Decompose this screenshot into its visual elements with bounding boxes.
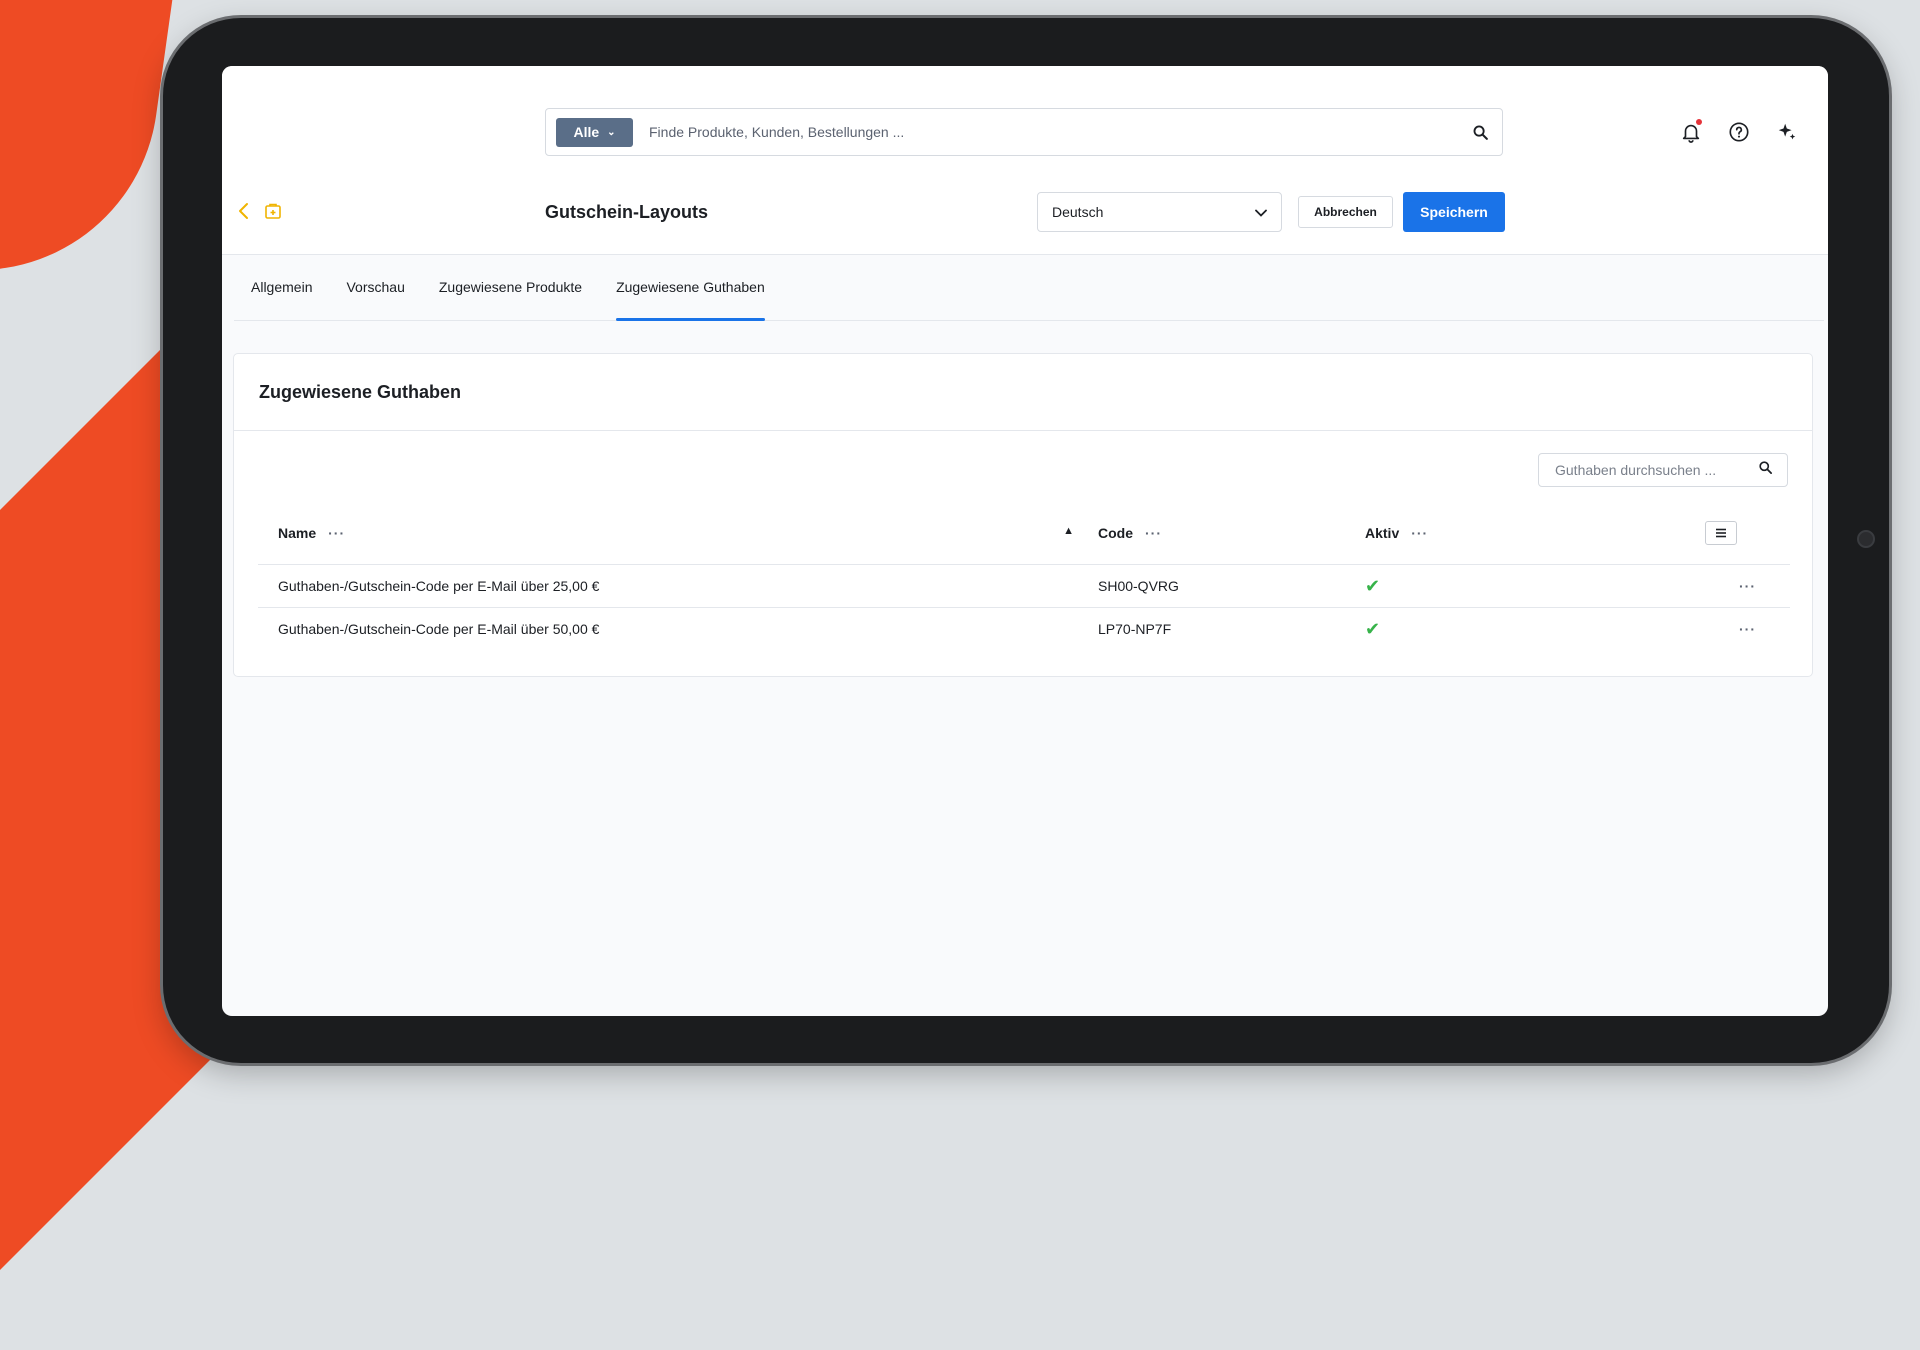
more-icon[interactable]: ··· [1739, 578, 1756, 594]
top-icons [1680, 119, 1798, 143]
checkmark-icon: ✔ [1365, 575, 1381, 596]
search-icon[interactable] [1458, 124, 1502, 141]
column-header-name-label: Name [278, 525, 317, 541]
more-icon[interactable]: ··· [1739, 621, 1756, 637]
save-button[interactable]: Speichern [1403, 192, 1505, 232]
card-header: Zugewiesene Guthaben [234, 354, 1812, 431]
cancel-button[interactable]: Abbrechen [1298, 196, 1393, 228]
tab-zugewiesene-produkte[interactable]: Zugewiesene Produkte [422, 254, 599, 320]
sort-ascending-icon[interactable]: ▲ [1063, 525, 1074, 537]
column-header-code[interactable]: Code ··· [1098, 502, 1365, 565]
cell-actions: ··· [1705, 564, 1790, 608]
notification-dot [1696, 119, 1702, 125]
column-options-icon[interactable]: ··· [1145, 525, 1162, 541]
tab-vorschau[interactable]: Vorschau [329, 254, 421, 320]
card-title: Zugewiesene Guthaben [259, 382, 462, 402]
credits-table: ▲ Name ··· Code ··· Aktiv ··· Guthaben-/… [258, 502, 1790, 650]
table-header-row: ▲ Name ··· Code ··· Aktiv ··· [258, 502, 1790, 565]
tab-allgemein[interactable]: Allgemein [234, 254, 329, 320]
global-search: Alle ⌄ [545, 108, 1503, 156]
column-options-icon[interactable]: ··· [1411, 525, 1428, 541]
chevron-down-icon [1255, 204, 1267, 220]
page-title: Gutschein-Layouts [545, 202, 709, 222]
column-options-icon[interactable]: ··· [328, 525, 345, 541]
tab-zugewiesene-guthaben[interactable]: Zugewiesene Guthaben [599, 254, 782, 321]
page-header: Gutschein-Layouts Deutsch Abbrechen Spei… [222, 174, 1828, 255]
tab-bar: Allgemein Vorschau Zugewiesene Produkte … [234, 254, 1824, 321]
column-settings [1705, 502, 1790, 565]
cell-code: SH00-QVRG [1098, 564, 1365, 608]
tablet-frame: Alle ⌄ Finde Produkte, Kunden, Bestellun… [163, 18, 1889, 1063]
column-header-aktiv-label: Aktiv [1365, 525, 1400, 541]
search-scope-label: Alle [573, 124, 600, 140]
search-icon[interactable] [1758, 460, 1773, 480]
cell-name: Guthaben-/Gutschein-Code per E-Mail über… [258, 564, 1098, 608]
credits-search [1538, 453, 1788, 487]
table-row[interactable]: Guthaben-/Gutschein-Code per E-Mail über… [258, 564, 1790, 608]
bell-icon[interactable] [1680, 119, 1702, 143]
sparkle-icon[interactable] [1776, 121, 1798, 143]
search-scope-dropdown[interactable]: Alle ⌄ [556, 117, 633, 147]
global-search-input[interactable] [647, 123, 1458, 141]
cell-aktiv: ✔ [1365, 564, 1705, 608]
cell-aktiv: ✔ [1365, 608, 1705, 651]
assigned-credits-card: Zugewiesene Guthaben ▲ Name ··· [233, 353, 1813, 677]
background-shape-top [0, 0, 187, 294]
column-header-name[interactable]: ▲ Name ··· [258, 502, 1098, 565]
app-screen: Alle ⌄ Finde Produkte, Kunden, Bestellun… [222, 66, 1828, 1016]
help-icon[interactable] [1728, 121, 1750, 143]
cell-actions: ··· [1705, 608, 1790, 651]
credits-search-input[interactable] [1553, 461, 1758, 479]
chevron-left-icon[interactable] [236, 201, 252, 226]
chevron-down-icon: ⌄ [607, 126, 616, 138]
tablet-camera [1857, 530, 1875, 548]
column-header-aktiv[interactable]: Aktiv ··· [1365, 502, 1705, 565]
checkmark-icon: ✔ [1365, 618, 1381, 639]
language-select[interactable]: Deutsch [1037, 192, 1282, 232]
table-row[interactable]: Guthaben-/Gutschein-Code per E-Mail über… [258, 608, 1790, 651]
column-header-code-label: Code [1098, 525, 1133, 541]
top-bar: Alle ⌄ [222, 66, 1828, 175]
cell-code: LP70-NP7F [1098, 621, 1172, 637]
language-select-value: Deutsch [1052, 204, 1104, 220]
list-icon[interactable] [1705, 521, 1737, 545]
document-icon[interactable] [264, 202, 282, 225]
cell-name: Guthaben-/Gutschein-Code per E-Mail über… [278, 621, 600, 637]
